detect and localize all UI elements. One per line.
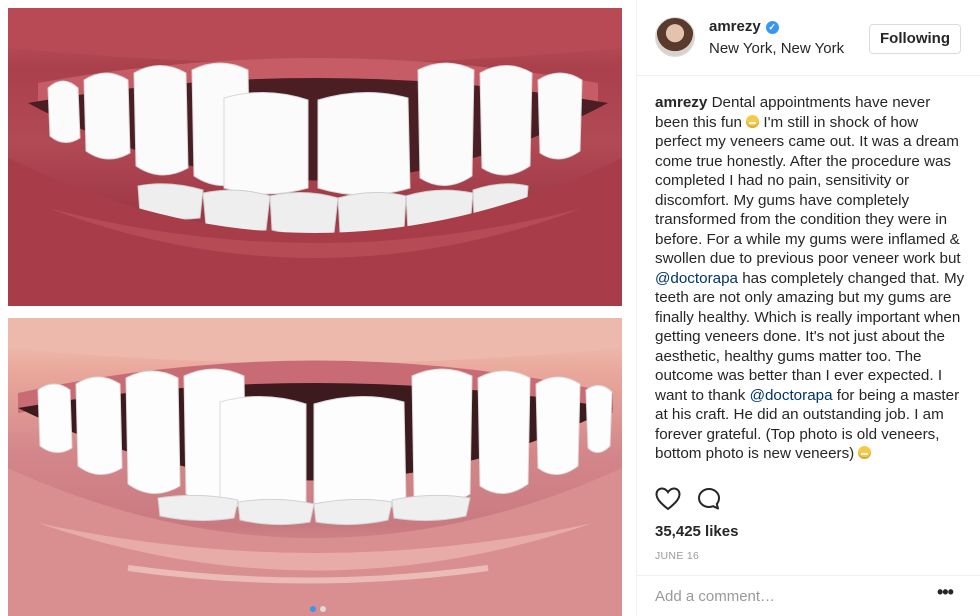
more-options-icon[interactable]: ••• bbox=[937, 582, 954, 603]
comment-bar: ••• bbox=[637, 575, 980, 616]
grimacing-emoji-icon-2 bbox=[858, 446, 872, 459]
likes-count[interactable]: 35,425 likes bbox=[655, 523, 738, 540]
verified-badge-icon: ✓ bbox=[765, 21, 779, 34]
comment-input[interactable] bbox=[655, 584, 915, 608]
carousel-dot-2[interactable] bbox=[319, 606, 326, 612]
location-link[interactable]: New York, New York bbox=[709, 40, 844, 57]
carousel-dots bbox=[0, 606, 635, 612]
carousel-dot-1[interactable] bbox=[309, 606, 316, 612]
caption-text-3: has completely changed that. My teeth ar… bbox=[655, 269, 965, 404]
caption-text-2: I'm still in shock of how perfect my ven… bbox=[655, 113, 961, 268]
comment-icon[interactable] bbox=[697, 487, 721, 511]
post-date[interactable]: JUNE 16 bbox=[655, 550, 699, 562]
heart-icon[interactable] bbox=[655, 487, 681, 511]
post-sidebar: amrezy ✓ New York, New York Following amr… bbox=[636, 0, 980, 616]
username-row: amrezy ✓ bbox=[709, 18, 779, 35]
avatar[interactable] bbox=[655, 17, 695, 57]
bottom-smile-photo bbox=[8, 318, 622, 616]
post-photo[interactable] bbox=[0, 0, 635, 616]
post-caption: amrezy Dental appointments have never be… bbox=[655, 93, 965, 464]
action-bar bbox=[655, 487, 733, 516]
username-link[interactable]: amrezy bbox=[709, 18, 761, 35]
grimacing-emoji-icon bbox=[746, 114, 760, 128]
mention-link-2[interactable]: @doctorapa bbox=[750, 387, 833, 404]
post-header: amrezy ✓ New York, New York Following bbox=[637, 0, 980, 76]
mention-link-1[interactable]: @doctorapa bbox=[655, 270, 738, 287]
following-button[interactable]: Following bbox=[869, 24, 961, 54]
top-smile-photo bbox=[8, 8, 622, 306]
caption-author-link[interactable]: amrezy bbox=[655, 94, 707, 111]
